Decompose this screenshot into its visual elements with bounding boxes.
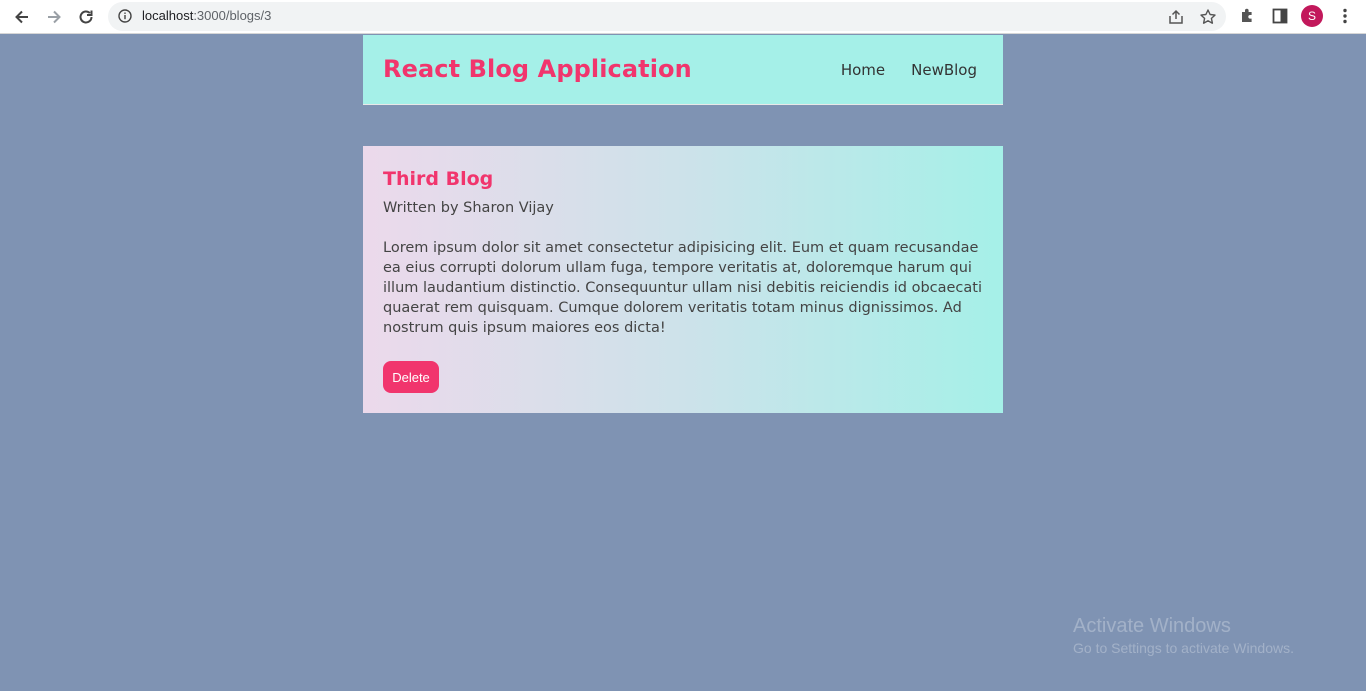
info-icon[interactable] xyxy=(118,9,132,23)
address-bar[interactable]: localhost:3000/blogs/3 xyxy=(108,2,1226,31)
blog-author: Written by Sharon Vijay xyxy=(383,200,554,216)
nav-link-home[interactable]: Home xyxy=(841,61,885,79)
blog-body: Lorem ipsum dolor sit amet consectetur a… xyxy=(383,240,983,336)
arrow-right-icon xyxy=(48,10,61,24)
share-icon[interactable] xyxy=(1167,8,1185,26)
blog-details-card: Third Blog Written by Sharon Vijay Lorem… xyxy=(363,146,1003,413)
app-navbar: React Blog Application Home NewBlog xyxy=(363,35,1003,105)
puzzle-icon[interactable] xyxy=(1238,6,1258,26)
reload-button[interactable] xyxy=(74,5,98,29)
back-button[interactable] xyxy=(10,5,34,29)
browser-toolbar: localhost:3000/blogs/3 S xyxy=(0,0,1366,34)
star-icon[interactable] xyxy=(1199,8,1217,26)
windows-activation-watermark: Activate Windows Go to Settings to activ… xyxy=(1073,614,1294,658)
kebab-menu-icon[interactable] xyxy=(1335,6,1355,26)
forward-button[interactable] xyxy=(42,5,66,29)
url-host: localhost xyxy=(142,8,194,23)
profile-avatar[interactable]: S xyxy=(1301,5,1323,27)
arrow-left-icon xyxy=(15,10,28,24)
blog-title: Third Blog xyxy=(383,168,494,190)
watermark-subtitle: Go to Settings to activate Windows. xyxy=(1073,640,1294,656)
url-text[interactable]: localhost:3000/blogs/3 xyxy=(142,8,271,23)
reload-icon xyxy=(79,10,93,24)
app-brand-title: React Blog Application xyxy=(383,55,692,83)
nav-links: Home NewBlog xyxy=(841,61,977,79)
side-panel-icon[interactable] xyxy=(1270,6,1290,26)
profile-initial: S xyxy=(1307,9,1316,23)
url-path: :3000/blogs/3 xyxy=(193,8,272,23)
watermark-title: Activate Windows xyxy=(1073,615,1231,637)
delete-button[interactable]: Delete xyxy=(383,361,439,393)
nav-link-newblog[interactable]: NewBlog xyxy=(911,61,977,79)
